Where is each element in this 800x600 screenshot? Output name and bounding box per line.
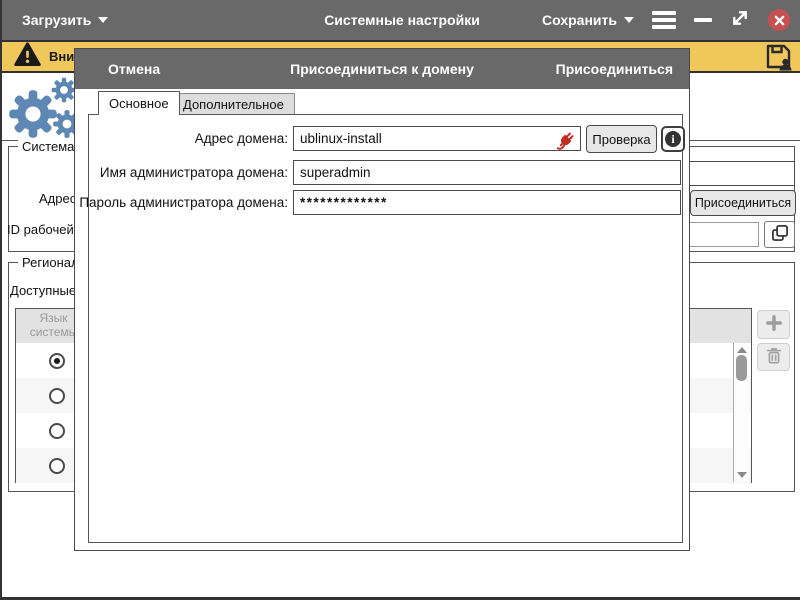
- save-menu-button[interactable]: Сохранить: [542, 12, 634, 28]
- scroll-down-icon[interactable]: [737, 472, 747, 478]
- cancel-button[interactable]: Отмена: [108, 49, 160, 89]
- trash-icon: [764, 346, 784, 369]
- admin-password-label: Пароль администратора домена:: [75, 195, 288, 210]
- delete-language-button[interactable]: [757, 343, 790, 371]
- titlebar: Загрузить Системные настройки Сохранить: [2, 0, 800, 40]
- save-menu-label: Сохранить: [542, 12, 617, 28]
- radio[interactable]: [49, 388, 65, 404]
- scrollbar-thumb[interactable]: [736, 355, 747, 381]
- app-window: Система Адрес домена: Присоединиться ID …: [0, 0, 800, 600]
- join-domain-bg-button[interactable]: Присоединиться: [690, 190, 796, 216]
- domain-address-input[interactable]: [293, 126, 581, 151]
- tab-additional[interactable]: Дополнительное: [172, 93, 295, 115]
- join-domain-dialog: Отмена Присоединиться к домену Присоедин…: [74, 48, 690, 551]
- admin-name-label: Имя администратора домена:: [75, 165, 288, 180]
- menu-button[interactable]: [652, 11, 676, 29]
- warning-icon: [14, 42, 41, 72]
- copy-icon: [770, 223, 790, 246]
- admin-password-input[interactable]: [293, 190, 681, 215]
- table-scrollbar[interactable]: [733, 343, 749, 482]
- system-group-legend: Система: [18, 139, 78, 154]
- check-button[interactable]: Проверка: [586, 125, 657, 153]
- load-menu-label: Загрузить: [22, 12, 91, 28]
- radio[interactable]: [49, 423, 65, 439]
- plus-icon: [763, 312, 785, 337]
- minimize-button[interactable]: [694, 18, 712, 22]
- join-button[interactable]: Присоединиться: [556, 49, 673, 89]
- radio[interactable]: [49, 353, 65, 369]
- close-button[interactable]: [768, 9, 790, 31]
- dialog-header: Отмена Присоединиться к домену Присоедин…: [75, 49, 689, 89]
- scroll-up-icon[interactable]: [737, 347, 747, 353]
- domain-address-label: Адрес домена:: [75, 131, 288, 146]
- info-icon: i: [665, 131, 681, 147]
- add-language-button[interactable]: [757, 310, 790, 339]
- maximize-button[interactable]: [730, 8, 750, 33]
- load-menu-button[interactable]: Загрузить: [22, 0, 108, 40]
- chevron-down-icon: [98, 17, 108, 23]
- copy-button[interactable]: [764, 221, 795, 248]
- chevron-down-icon: [624, 17, 634, 23]
- radio[interactable]: [49, 458, 65, 474]
- info-button[interactable]: i: [661, 126, 685, 152]
- tab-main[interactable]: Основное: [98, 91, 180, 115]
- admin-name-input[interactable]: [293, 160, 681, 185]
- save-user-icon[interactable]: [764, 43, 794, 76]
